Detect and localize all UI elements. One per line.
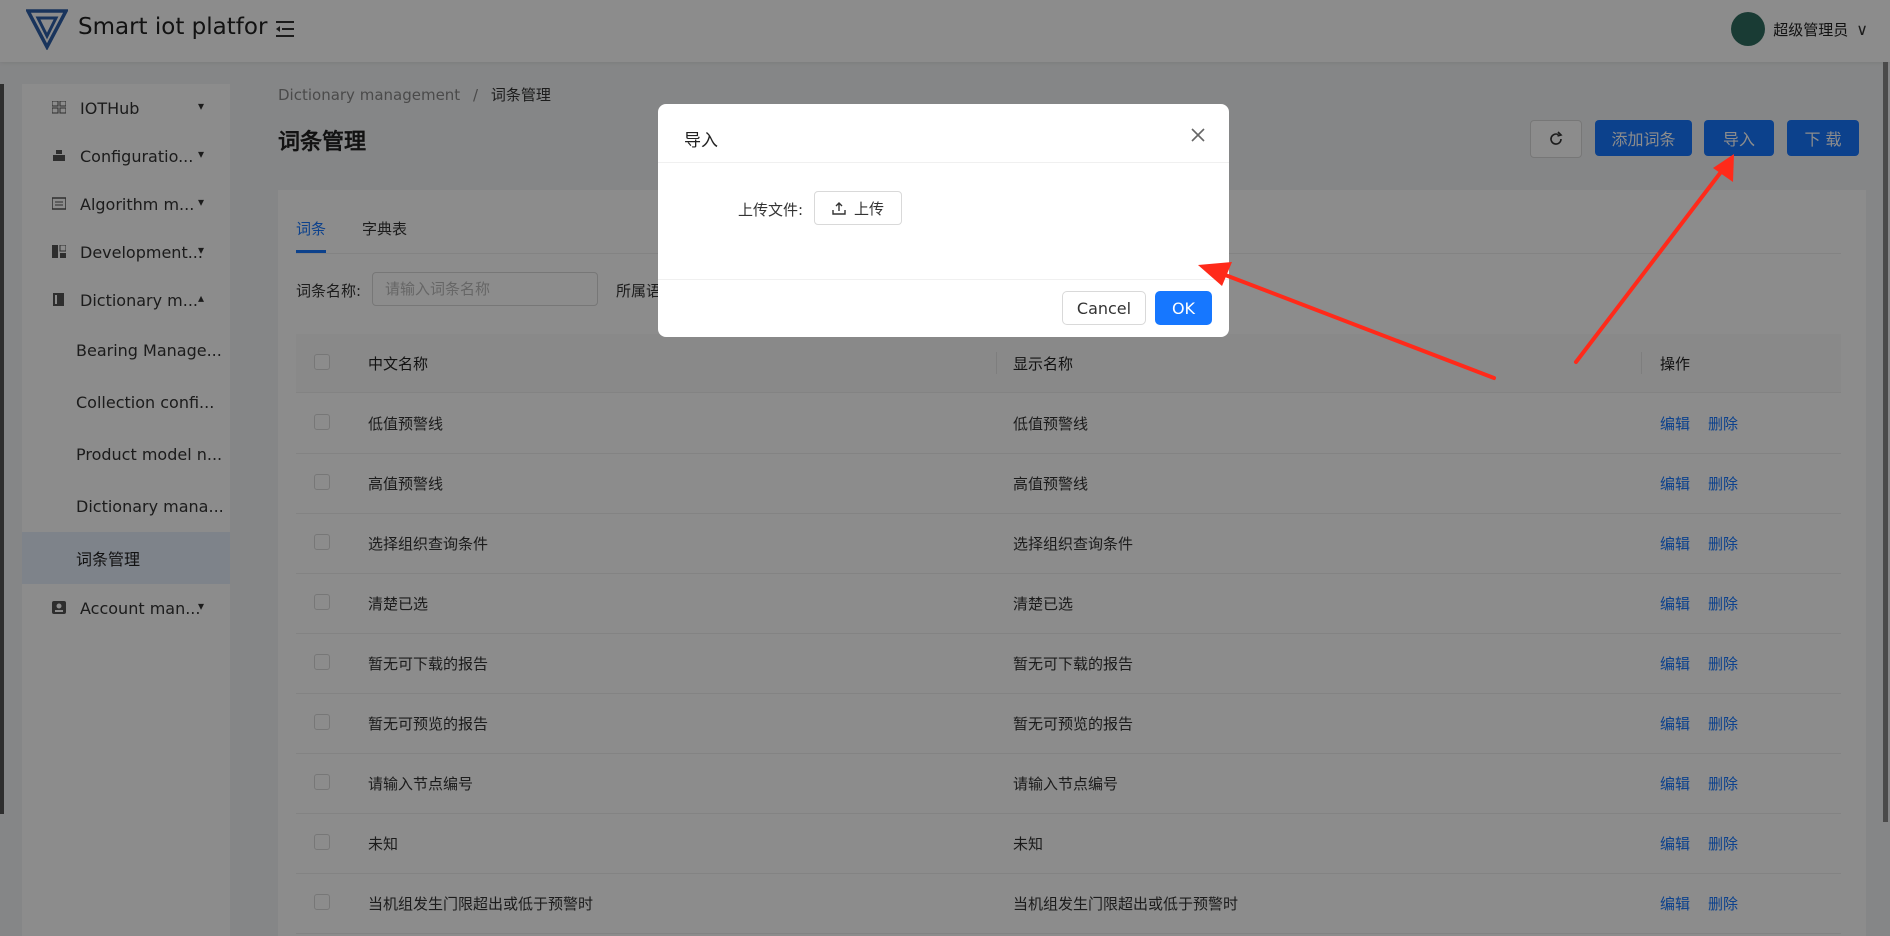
annotation-arrows [1198, 154, 1734, 380]
annotation-arrow-to-modal [1198, 262, 1496, 380]
annotation-arrow-to-import [1574, 154, 1734, 364]
